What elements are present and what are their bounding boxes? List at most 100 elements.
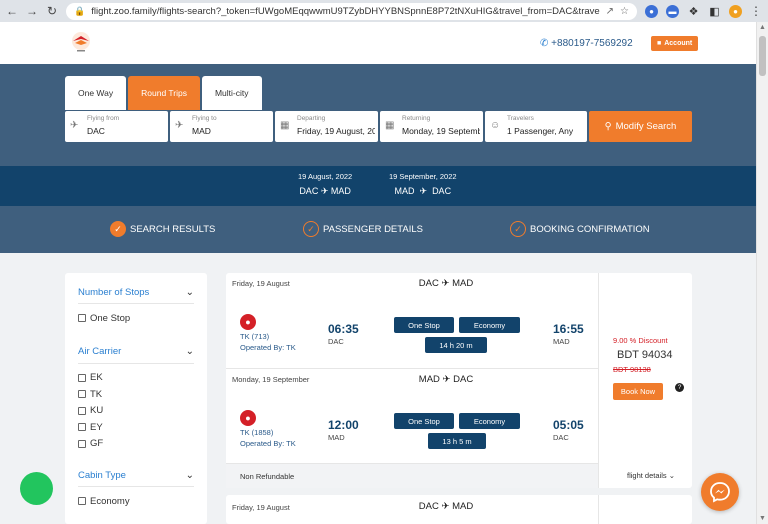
checkbox[interactable] <box>78 423 86 432</box>
calendar-icon: ▦ <box>280 120 290 131</box>
return-leg: Monday, 19 September MAD ✈ DAC ● TK (185… <box>226 368 598 463</box>
turkish-airlines-logo-icon: ● <box>240 314 256 330</box>
checkbox[interactable] <box>78 373 86 382</box>
filters-sidebar: Number of Stops ⌄ One Stop Air Carrier ⌄… <box>65 273 207 524</box>
departure-time: 06:35 <box>328 322 359 336</box>
page-scrollbar[interactable]: ▲ ▼ <box>756 22 768 524</box>
cabin-badge: Economy <box>459 317 520 333</box>
chevron-down-icon: ⌄ <box>185 346 194 357</box>
flying-from-field[interactable]: ✈ Flying from DAC <box>65 111 168 142</box>
account-button[interactable]: ■ Account <box>651 36 699 51</box>
check-circle-icon: ✓ <box>303 221 319 237</box>
cabin-filter-header[interactable]: Cabin Type ⌄ <box>78 464 194 487</box>
flight-result-card: Friday, 19 August DAC ✈ MAD ● TK (713) O… <box>226 273 692 488</box>
filter-option-economy[interactable]: Economy <box>78 493 194 510</box>
booking-steps: ✓ SEARCH RESULTS ✓ PASSENGER DETAILS ✓ B… <box>0 206 756 253</box>
original-price: BDT 98138 <box>613 365 651 374</box>
extension-icon[interactable]: ● <box>645 4 658 18</box>
phone-number: +880197-7569292 <box>551 38 633 49</box>
stops-filter-title: Number of Stops <box>78 286 150 298</box>
filter-option-ey[interactable]: EY <box>78 419 194 436</box>
search-panel: One Way Round Trips Multi-city ✈ Flying … <box>0 64 756 166</box>
travelers-field[interactable]: ☺ Travelers 1 Passenger, Any <box>485 111 587 142</box>
stops-badge: One Stop <box>394 413 454 429</box>
flight-details-toggle[interactable]: flight details ⌄ <box>627 471 675 480</box>
browser-toolbar: ← → ↻ 🔒 flight.zoo.family/flights-search… <box>0 0 768 22</box>
url-text: flight.zoo.family/flights-search?_token=… <box>91 5 600 17</box>
profile-avatar-icon[interactable]: ● <box>729 4 742 18</box>
travelers-label: Travelers <box>507 115 534 122</box>
checkbox[interactable] <box>78 497 86 506</box>
user-icon: ■ <box>657 40 662 47</box>
tab-multi-city[interactable]: Multi-city <box>201 76 262 110</box>
help-icon[interactable]: ? <box>675 383 684 392</box>
plane-icon: ✈ <box>441 278 450 289</box>
outbound-from: DAC <box>299 186 319 196</box>
checkbox[interactable] <box>78 390 86 399</box>
returning-label: Returning <box>402 115 431 122</box>
back-arrow-icon[interactable]: ← <box>6 4 18 18</box>
tab-one-way[interactable]: One Way <box>65 76 127 110</box>
arrival-code: MAD <box>553 337 570 346</box>
check-circle-icon: ✓ <box>510 221 526 237</box>
translate-extension-icon[interactable]: ▬ <box>666 4 679 18</box>
modify-search-button[interactable]: ⚲ Modify Search <box>589 111 692 142</box>
trip-type-tabs: One Way Round Trips Multi-city <box>65 76 262 110</box>
site-logo-icon[interactable] <box>68 30 94 56</box>
lock-icon: 🔒 <box>74 5 86 16</box>
outbound-summary: 19 August, 2022 DAC ✈ MAD <box>298 172 352 197</box>
flight-result-card: Friday, 19 August DAC ✈ MAD <box>226 495 692 524</box>
filter-option-ek[interactable]: EK <box>78 370 194 387</box>
filter-option-ku[interactable]: KU <box>78 403 194 420</box>
price: BDT 94034 <box>617 349 673 361</box>
messenger-icon <box>710 482 730 503</box>
kebab-menu-icon[interactable]: ⋮ <box>750 4 762 18</box>
carrier-filter-header[interactable]: Air Carrier ⌄ <box>78 341 194 364</box>
scrollbar-thumb[interactable] <box>759 36 766 76</box>
outbound-to: MAD <box>330 186 351 196</box>
return-date: 19 September, 2022 <box>389 172 457 181</box>
check-circle-icon: ✓ <box>110 221 126 237</box>
plane-icon: ✈ <box>419 186 428 196</box>
price-column: 9.00 % Discount BDT 94034 BDT 98138 Book… <box>598 273 692 488</box>
card-divider <box>598 495 599 524</box>
flight-number: TK (1858) <box>240 428 274 437</box>
flying-to-field[interactable]: ✈ Flying to MAD <box>170 111 273 142</box>
discount-label: 9.00 % Discount <box>613 336 668 345</box>
plane-icon: ✈ <box>442 374 451 385</box>
outbound-date: 19 August, 2022 <box>298 172 353 181</box>
chevron-down-icon: ⌄ <box>185 469 194 481</box>
plane-icon: ✈ <box>320 186 329 196</box>
scroll-up-icon[interactable]: ▲ <box>759 24 766 31</box>
modify-search-label: Modify Search <box>615 121 677 132</box>
operated-by: Operated By: TK <box>240 343 296 352</box>
reload-icon[interactable]: ↻ <box>46 4 58 18</box>
filter-option-tk[interactable]: TK <box>78 386 194 403</box>
sidebar-icon[interactable]: ◧ <box>708 5 721 18</box>
departing-field[interactable]: ▦ Departing Friday, 19 August, 20 <box>275 111 378 142</box>
operated-by: Operated By: TK <box>240 439 296 448</box>
arrival-time: 16:55 <box>553 322 584 336</box>
filter-option-one-stop[interactable]: One Stop <box>78 310 194 327</box>
stops-filter-header[interactable]: Number of Stops ⌄ <box>78 281 194 304</box>
tab-round-trips[interactable]: Round Trips <box>128 76 200 110</box>
bookmark-star-icon[interactable]: ☆ <box>620 6 629 17</box>
messenger-button[interactable] <box>701 473 739 511</box>
filter-option-gf[interactable]: GF <box>78 436 194 453</box>
book-now-button[interactable]: Book Now <box>613 383 663 400</box>
phone-contact[interactable]: ✆ +880197-7569292 <box>540 38 633 49</box>
departing-value: Friday, 19 August, 20 <box>297 126 375 136</box>
departure-code: MAD <box>328 433 345 442</box>
checkbox[interactable] <box>78 314 86 323</box>
share-icon[interactable]: ↗ <box>606 6 614 17</box>
checkbox[interactable] <box>78 439 86 448</box>
checkbox[interactable] <box>78 406 86 415</box>
turkish-airlines-logo-icon: ● <box>240 410 256 426</box>
address-bar[interactable]: 🔒 flight.zoo.family/flights-search?_toke… <box>66 2 637 20</box>
returning-field[interactable]: ▦ Returning Monday, 19 Septemb <box>380 111 483 142</box>
forward-arrow-icon[interactable]: → <box>26 4 38 18</box>
phone-icon: ✆ <box>540 38 549 49</box>
scroll-down-icon[interactable]: ▼ <box>759 515 766 522</box>
puzzle-extensions-icon[interactable]: ❖ <box>687 5 700 18</box>
chat-widget-button[interactable] <box>20 472 53 505</box>
